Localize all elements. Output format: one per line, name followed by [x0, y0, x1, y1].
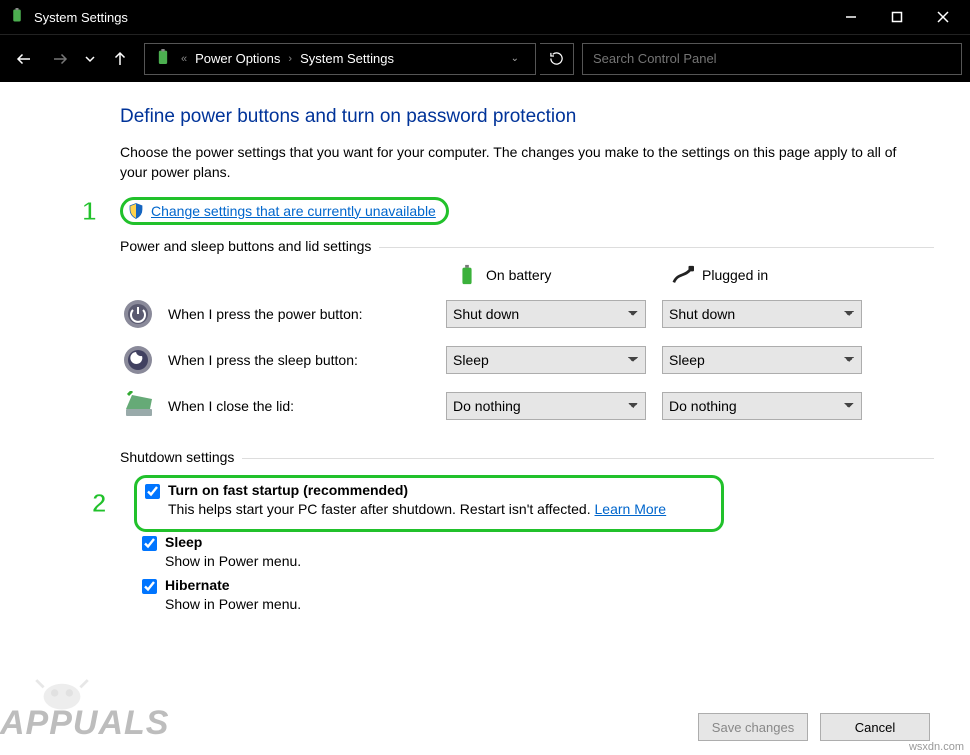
cancel-button[interactable]: Cancel: [820, 713, 930, 741]
footer-buttons: Save changes Cancel: [698, 713, 930, 741]
shutdown-settings-legend: Shutdown settings: [120, 449, 242, 465]
col-header-plugged: Plugged in: [662, 264, 862, 286]
maximize-button[interactable]: [874, 2, 920, 32]
refresh-button[interactable]: [540, 43, 574, 75]
fast-startup-label: Turn on fast startup (recommended): [168, 482, 408, 498]
laptop-lid-icon: [120, 388, 156, 424]
nav-forward-button[interactable]: [44, 43, 76, 75]
shield-icon: [127, 202, 145, 220]
annotation-highlight-2: Turn on fast startup (recommended) This …: [134, 475, 724, 532]
hibernate-checkbox[interactable]: [142, 579, 157, 594]
row-lid-label: When I close the lid:: [168, 398, 294, 414]
breadcrumb-sep-icon: «: [181, 53, 187, 65]
window-controls: [828, 2, 966, 32]
lid-plugged-select[interactable]: Do nothing: [662, 392, 862, 420]
sleep-checkbox[interactable]: [142, 536, 157, 551]
battery-icon: [456, 264, 478, 286]
row-sleep-button: When I press the sleep button:: [120, 342, 430, 378]
sleep-button-icon: [120, 342, 156, 378]
power-options-app-icon: [8, 8, 26, 26]
watermark-brand: APPUALS: [0, 704, 169, 743]
hibernate-option-label: Hibernate: [165, 577, 230, 593]
col-header-battery-label: On battery: [486, 267, 551, 283]
search-input[interactable]: [582, 43, 962, 75]
annotation-callout-2: 2: [92, 488, 118, 518]
change-settings-link[interactable]: Change settings that are currently unava…: [151, 203, 436, 219]
minimize-button[interactable]: [828, 2, 874, 32]
col-header-battery: On battery: [446, 264, 646, 286]
content-area: Define power buttons and turn on passwor…: [0, 82, 970, 612]
power-sleep-legend: Power and sleep buttons and lid settings: [120, 238, 379, 254]
col-header-plugged-label: Plugged in: [702, 267, 768, 283]
power-button-battery-select[interactable]: Shut down: [446, 300, 646, 328]
toolbar: « Power Options › System Settings ⌄: [0, 34, 970, 82]
save-changes-button[interactable]: Save changes: [698, 713, 808, 741]
watermark-source: wsxdn.com: [909, 741, 964, 753]
breadcrumb-item-power-options[interactable]: Power Options: [191, 51, 284, 66]
fast-startup-checkbox[interactable]: [145, 484, 160, 499]
power-options-icon: [153, 49, 173, 69]
nav-back-button[interactable]: [8, 43, 40, 75]
sleep-button-plugged-select[interactable]: Sleep: [662, 346, 862, 374]
titlebar: System Settings: [0, 0, 970, 34]
chevron-down-icon[interactable]: ⌄: [499, 53, 531, 64]
close-button[interactable]: [920, 2, 966, 32]
fast-startup-desc-text: This helps start your PC faster after sh…: [168, 501, 595, 517]
plug-icon: [672, 264, 694, 286]
hibernate-option-desc: Show in Power menu.: [165, 596, 934, 612]
sleep-option-label: Sleep: [165, 534, 202, 550]
row-power-button: When I press the power button:: [120, 296, 430, 332]
breadcrumb[interactable]: « Power Options › System Settings ⌄: [144, 43, 536, 75]
annotation-callout-1: 1: [82, 196, 108, 226]
sleep-button-battery-select[interactable]: Sleep: [446, 346, 646, 374]
nav-up-button[interactable]: [104, 43, 136, 75]
sleep-option-desc: Show in Power menu.: [165, 553, 934, 569]
learn-more-link[interactable]: Learn More: [595, 501, 667, 517]
power-sleep-group: Power and sleep buttons and lid settings…: [120, 247, 934, 424]
breadcrumb-item-system-settings[interactable]: System Settings: [296, 51, 398, 66]
power-button-plugged-select[interactable]: Shut down: [662, 300, 862, 328]
row-lid: When I close the lid:: [120, 388, 430, 424]
fast-startup-description: This helps start your PC faster after sh…: [168, 501, 713, 517]
power-button-icon: [120, 296, 156, 332]
page-heading: Define power buttons and turn on passwor…: [120, 106, 934, 128]
annotation-highlight-1: Change settings that are currently unava…: [120, 197, 449, 225]
row-power-label: When I press the power button:: [168, 306, 363, 322]
shutdown-settings-group: Shutdown settings 2 Turn on fast startup…: [120, 458, 934, 612]
page-description: Choose the power settings that you want …: [120, 142, 900, 183]
row-sleep-label: When I press the sleep button:: [168, 352, 358, 368]
recent-locations-button[interactable]: [80, 43, 100, 75]
lid-battery-select[interactable]: Do nothing: [446, 392, 646, 420]
chevron-right-icon: ›: [288, 53, 292, 65]
window-title: System Settings: [34, 10, 828, 25]
